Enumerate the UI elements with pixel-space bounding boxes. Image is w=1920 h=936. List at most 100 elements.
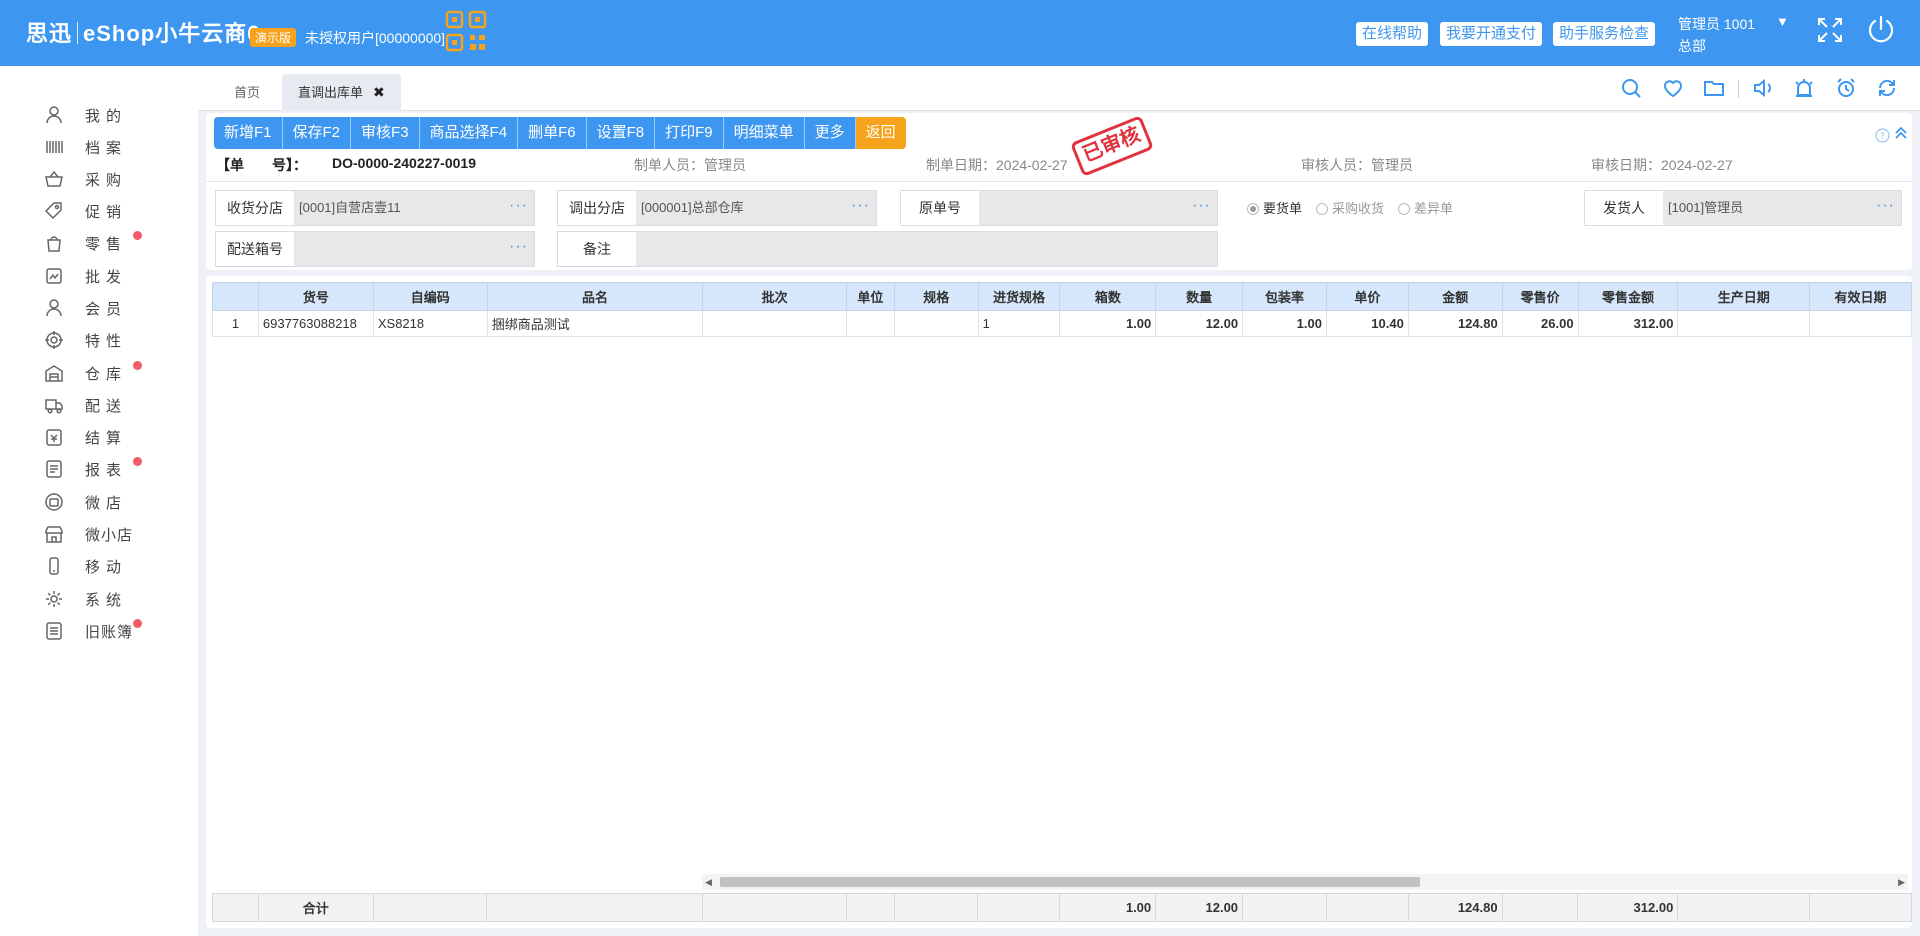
column-header-1[interactable]: 货号: [257, 282, 374, 311]
radio-circle[interactable]: [1398, 203, 1411, 215]
column-header-7[interactable]: 进货规格: [977, 282, 1061, 311]
radio-circle[interactable]: [1316, 203, 1329, 215]
table-cell[interactable]: [702, 310, 847, 337]
product-select-button[interactable]: 商品选择F4: [419, 117, 519, 149]
new-button[interactable]: 新增F1: [214, 117, 283, 149]
out-branch-picker-icon[interactable]: ···: [851, 191, 870, 221]
column-header-3[interactable]: 品名: [486, 282, 704, 311]
column-header-6[interactable]: 规格: [893, 282, 979, 311]
receive-branch-picker-icon[interactable]: ···: [509, 191, 528, 221]
shipper-field[interactable]: 发货人 [1001]管理员 ···: [1584, 190, 1902, 226]
scroll-thumb[interactable]: [720, 877, 1420, 887]
table-cell[interactable]: 1.00: [1242, 310, 1327, 337]
detail-menu-button[interactable]: 明细菜单: [723, 117, 805, 149]
table-cell[interactable]: 1: [977, 310, 1061, 337]
online-help-button[interactable]: 在线帮助: [1356, 22, 1429, 46]
receive-branch-field[interactable]: 收货分店 [0001]自营店壹11 ···: [215, 190, 535, 226]
column-header-2[interactable]: 自编码: [372, 282, 488, 311]
user-name[interactable]: 管理员 1001: [1678, 14, 1755, 34]
column-header-15[interactable]: 生产日期: [1677, 282, 1811, 311]
fullscreen-icon[interactable]: [1816, 16, 1844, 44]
notification-dot: [133, 231, 142, 240]
remark-field[interactable]: 备注: [557, 231, 1218, 267]
column-header-11[interactable]: 单价: [1325, 282, 1409, 311]
shipper-value[interactable]: [1001]管理员: [1663, 191, 1901, 225]
folder-icon[interactable]: [1703, 77, 1725, 99]
source-radio-0[interactable]: 要货单: [1247, 198, 1302, 217]
table-cell[interactable]: 6937763088218: [257, 310, 374, 337]
detail-grid-panel: 货号 自编码 品名 批次 单位 规格 进货规格 箱数 数量 包装率 单价 金额 零售价 零售金额 生产日期有…: [206, 276, 1912, 928]
table-cell[interactable]: 124.80: [1407, 310, 1503, 337]
table-cell[interactable]: 捆绑商品测试: [486, 310, 704, 337]
print-button[interactable]: 打印F9: [655, 117, 724, 149]
order-no-value: DO-0000-240227-0019: [332, 155, 476, 171]
table-cell[interactable]: [893, 310, 979, 337]
speaker-icon[interactable]: [1752, 77, 1774, 99]
box-no-value[interactable]: [294, 232, 534, 266]
heart-icon[interactable]: [1662, 77, 1684, 99]
tag-icon: [44, 202, 62, 220]
column-header-10[interactable]: 包装率: [1242, 282, 1327, 311]
assistant-check-button[interactable]: 助手服务检查: [1553, 22, 1656, 46]
qr-code-icon[interactable]: [445, 10, 487, 52]
column-header-13[interactable]: 零售价: [1501, 282, 1579, 311]
shipper-picker-icon[interactable]: ···: [1876, 191, 1895, 221]
table-cell[interactable]: 312.00: [1577, 310, 1679, 337]
table-cell[interactable]: [1677, 310, 1811, 337]
total-cell: 312.00: [1577, 893, 1679, 922]
tab-home[interactable]: 首页: [218, 74, 276, 111]
user-menu-caret-icon[interactable]: ▼: [1776, 14, 1789, 29]
save-button[interactable]: 保存F2: [282, 117, 352, 149]
column-header-14[interactable]: 零售金额: [1577, 282, 1679, 311]
table-cell[interactable]: 1.00: [1059, 310, 1157, 337]
back-button[interactable]: 返回: [855, 117, 906, 149]
column-header-8[interactable]: 箱数: [1059, 282, 1157, 311]
tab-direct-transfer-out[interactable]: 直调出库单 ✖: [282, 74, 401, 111]
table-cell[interactable]: [845, 310, 895, 337]
power-icon[interactable]: [1866, 14, 1896, 44]
origin-no-picker-icon[interactable]: ···: [1192, 191, 1211, 221]
alarm-bell-icon[interactable]: [1793, 77, 1815, 99]
horizontal-scrollbar[interactable]: ◀ ▶: [702, 874, 1908, 890]
help-icon[interactable]: ?: [1875, 128, 1890, 143]
origin-no-value[interactable]: [979, 191, 1217, 225]
column-header-9[interactable]: 数量: [1155, 282, 1244, 311]
collapse-icon[interactable]: [1894, 126, 1908, 140]
alarm-clock-icon[interactable]: [1835, 77, 1857, 99]
remark-value[interactable]: [636, 232, 1217, 266]
warehouse-icon: [45, 365, 63, 382]
table-cell[interactable]: [1809, 310, 1912, 337]
sidebar-item-label: 旧账簿: [85, 624, 134, 641]
scroll-left-icon[interactable]: ◀: [705, 874, 712, 890]
radio-circle[interactable]: [1247, 203, 1259, 215]
search-icon[interactable]: [1620, 77, 1642, 99]
sidebar-item-16[interactable]: 旧账簿: [0, 610, 198, 650]
column-header-12[interactable]: 金额: [1407, 282, 1503, 311]
out-branch-value[interactable]: [000001]总部仓库: [636, 191, 876, 225]
more-button[interactable]: 更多: [804, 117, 856, 149]
table-cell[interactable]: 10.40: [1325, 310, 1409, 337]
table-cell[interactable]: XS8218: [372, 310, 488, 337]
box-no-picker-icon[interactable]: ···: [509, 232, 528, 262]
column-header-4[interactable]: 批次: [702, 282, 847, 311]
origin-no-field[interactable]: 原单号 ···: [900, 190, 1218, 226]
receive-branch-value[interactable]: [0001]自营店壹11: [294, 191, 534, 225]
scroll-right-icon[interactable]: ▶: [1898, 874, 1905, 890]
box-no-field[interactable]: 配送箱号 ···: [215, 231, 535, 267]
refresh-icon[interactable]: [1876, 77, 1898, 99]
table-row[interactable]: 1 6937763088218 XS8218 捆绑商品测试 1 1.00 12.00 1.00…: [212, 310, 1912, 337]
column-header-16[interactable]: 有效日期: [1809, 282, 1912, 311]
column-header-0[interactable]: [212, 282, 259, 311]
table-cell[interactable]: 1: [212, 310, 259, 337]
table-cell[interactable]: 12.00: [1155, 310, 1244, 337]
open-payment-button[interactable]: 我要开通支付: [1440, 22, 1543, 46]
out-branch-field[interactable]: 调出分店 [000001]总部仓库 ···: [557, 190, 877, 226]
source-radio-1[interactable]: 采购收货: [1316, 198, 1384, 217]
table-cell[interactable]: 26.00: [1501, 310, 1579, 337]
delete-order-button[interactable]: 删单F6: [518, 117, 587, 149]
column-header-5[interactable]: 单位: [845, 282, 895, 311]
audit-button[interactable]: 审核F3: [351, 117, 420, 149]
settings-button[interactable]: 设置F8: [586, 117, 656, 149]
tab-close-icon[interactable]: ✖: [373, 84, 385, 100]
source-radio-2[interactable]: 差异单: [1398, 198, 1453, 217]
